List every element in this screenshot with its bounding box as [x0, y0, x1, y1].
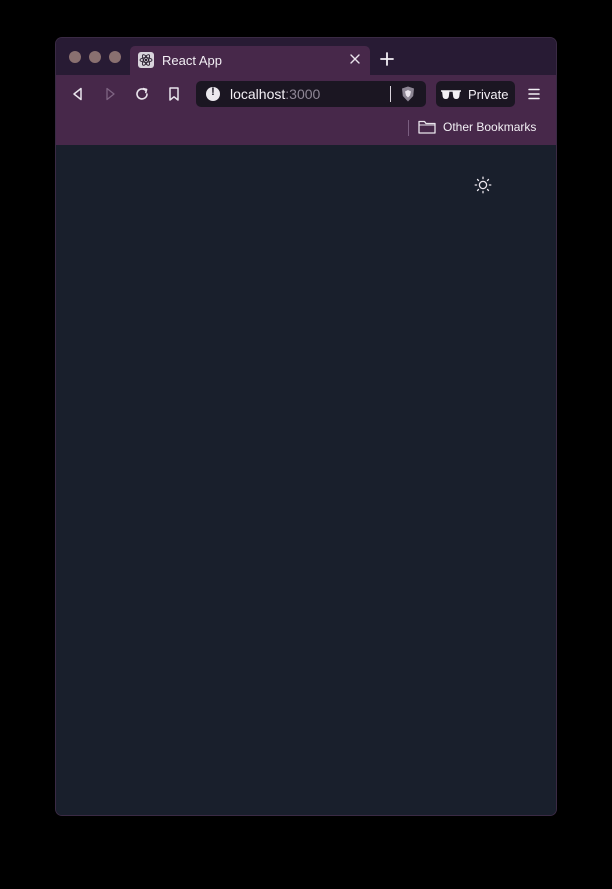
close-icon[interactable]	[348, 52, 362, 66]
plus-icon[interactable]	[380, 52, 394, 66]
window-maximize-button[interactable]	[109, 51, 121, 63]
private-window-indicator: Private	[436, 81, 515, 107]
bookmark-icon[interactable]	[166, 86, 182, 102]
private-glasses-icon	[440, 88, 462, 100]
bookmarks-divider	[408, 120, 409, 136]
other-bookmarks-label: Other Bookmarks	[443, 120, 537, 134]
brave-shield-icon[interactable]	[399, 85, 417, 103]
address-bar-divider	[390, 86, 391, 102]
reload-icon[interactable]	[134, 86, 150, 102]
forward-icon[interactable]	[102, 86, 118, 102]
tab-title: React App	[162, 53, 222, 68]
info-icon[interactable]: !	[206, 86, 220, 101]
hamburger-menu-icon[interactable]	[527, 87, 541, 101]
tab-strip: React App	[56, 38, 556, 75]
url-host: localhost	[230, 86, 286, 102]
url-port: :3000	[285, 86, 321, 102]
back-icon[interactable]	[70, 86, 86, 102]
url-text[interactable]: localhost:3000	[230, 86, 320, 102]
browser-window: React App ! localhost:3000 Private Other…	[56, 38, 556, 815]
browser-toolbar: ! localhost:3000 Private Other Bookmarks	[56, 75, 556, 145]
sun-icon[interactable]	[474, 176, 492, 194]
tab-react-app[interactable]: React App	[130, 46, 370, 75]
address-bar[interactable]: ! localhost:3000	[196, 81, 426, 107]
page-content	[56, 145, 556, 815]
folder-icon	[418, 120, 436, 134]
private-label: Private	[468, 87, 509, 102]
window-close-button[interactable]	[69, 51, 81, 63]
window-minimize-button[interactable]	[89, 51, 101, 63]
react-icon	[138, 52, 154, 68]
